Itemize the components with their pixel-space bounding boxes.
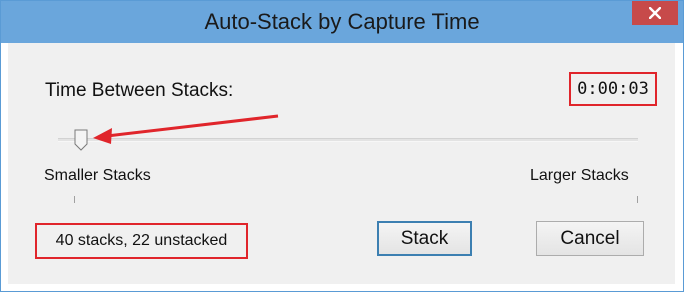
close-icon — [649, 7, 661, 19]
title-bar: Auto-Stack by Capture Time — [1, 1, 683, 43]
auto-stack-dialog: Auto-Stack by Capture Time Time Between … — [0, 0, 684, 292]
close-button[interactable] — [632, 1, 678, 25]
slider-track[interactable] — [58, 138, 638, 142]
slider-tick-max — [637, 196, 638, 203]
slider-thumb[interactable] — [74, 129, 88, 151]
slider-tick-min — [74, 196, 75, 203]
stack-count-status: 40 stacks, 22 unstacked — [35, 223, 248, 259]
smaller-stacks-label: Smaller Stacks — [44, 167, 151, 184]
slider-thumb-icon — [74, 129, 88, 151]
time-between-stacks-label: Time Between Stacks: — [45, 80, 234, 101]
cancel-button[interactable]: Cancel — [536, 221, 644, 256]
time-value-readout: 0:00:03 — [569, 72, 657, 106]
dialog-body: Time Between Stacks: 0:00:03 Smaller Sta… — [8, 43, 675, 284]
stack-time-slider[interactable] — [58, 129, 638, 159]
window-title: Auto-Stack by Capture Time — [204, 9, 480, 34]
stack-button[interactable]: Stack — [377, 221, 472, 256]
larger-stacks-label: Larger Stacks — [530, 167, 629, 184]
